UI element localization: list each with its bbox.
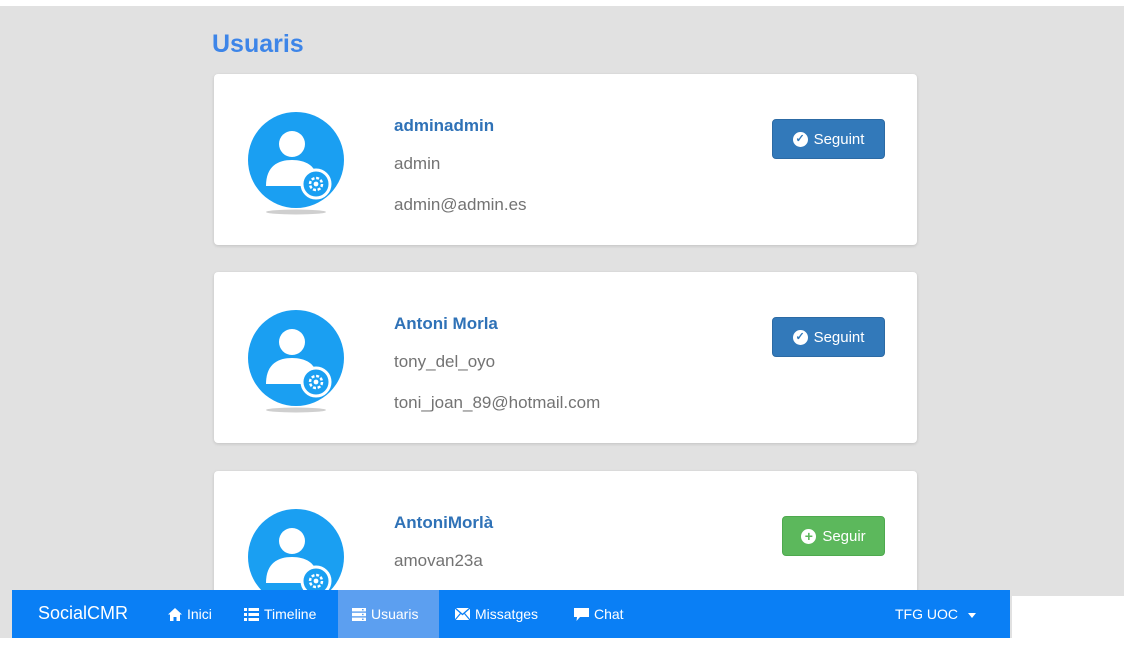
nav-item-label: Inici [187, 606, 212, 622]
plus-circle-icon: + [801, 528, 817, 544]
nav-item-label: Missatges [475, 606, 539, 622]
nav-item-usuaris[interactable]: Usuaris [338, 590, 439, 638]
user-name-link[interactable]: AntoniMorlà [394, 513, 493, 533]
comment-icon [574, 607, 589, 621]
user-username: tony_del_oyo [394, 352, 496, 371]
list-icon [244, 607, 259, 621]
user-username: amovan23a [394, 551, 483, 570]
bottom-navbar: SocialCMR Inici Timeline Usuaris Missatg… [12, 590, 1010, 638]
user-avatar [248, 112, 344, 216]
nav-item-label: Usuaris [371, 606, 419, 622]
button-label: Seguint [813, 130, 865, 148]
nav-item-label: Timeline [264, 606, 317, 622]
user-username: admin [394, 154, 441, 173]
following-button[interactable]: ✓ Seguint [772, 119, 885, 159]
caret-down-icon [968, 612, 976, 618]
user-avatar [248, 310, 344, 414]
check-circle-icon: ✓ [792, 329, 808, 345]
account-label: TFG UOC [895, 606, 958, 622]
account-dropdown[interactable]: TFG UOC [895, 590, 976, 638]
home-icon [168, 607, 182, 621]
navbar-brand[interactable]: SocialCMR [38, 603, 128, 624]
user-card: adminadmin admin admin@admin.es ✓ Seguin… [214, 74, 917, 245]
button-label: Seguint [813, 328, 865, 346]
page-corner-area [1012, 596, 1124, 657]
following-button[interactable]: ✓ Seguint [772, 317, 885, 357]
page-title: Usuaris [212, 30, 304, 58]
envelope-icon [455, 608, 470, 620]
nav-item-missatges[interactable]: Missatges [455, 590, 538, 638]
user-email: toni_joan_89@hotmail.com [394, 393, 601, 412]
user-name-link[interactable]: Antoni Morla [394, 314, 498, 334]
button-label: Seguir [822, 527, 866, 545]
nav-item-label: Chat [594, 606, 624, 622]
user-email: admin@admin.es [394, 195, 527, 214]
follow-button[interactable]: + Seguir [782, 516, 885, 556]
page-bottom-area [0, 638, 1124, 657]
user-name-link[interactable]: adminadmin [394, 116, 494, 136]
nav-item-timeline[interactable]: Timeline [244, 590, 316, 638]
nav-item-inici[interactable]: Inici [168, 590, 212, 638]
check-circle-icon: ✓ [792, 131, 808, 147]
nav-item-chat[interactable]: Chat [574, 590, 624, 638]
server-icon [352, 607, 366, 621]
user-card: Antoni Morla tony_del_oyo toni_joan_89@h… [214, 272, 917, 443]
